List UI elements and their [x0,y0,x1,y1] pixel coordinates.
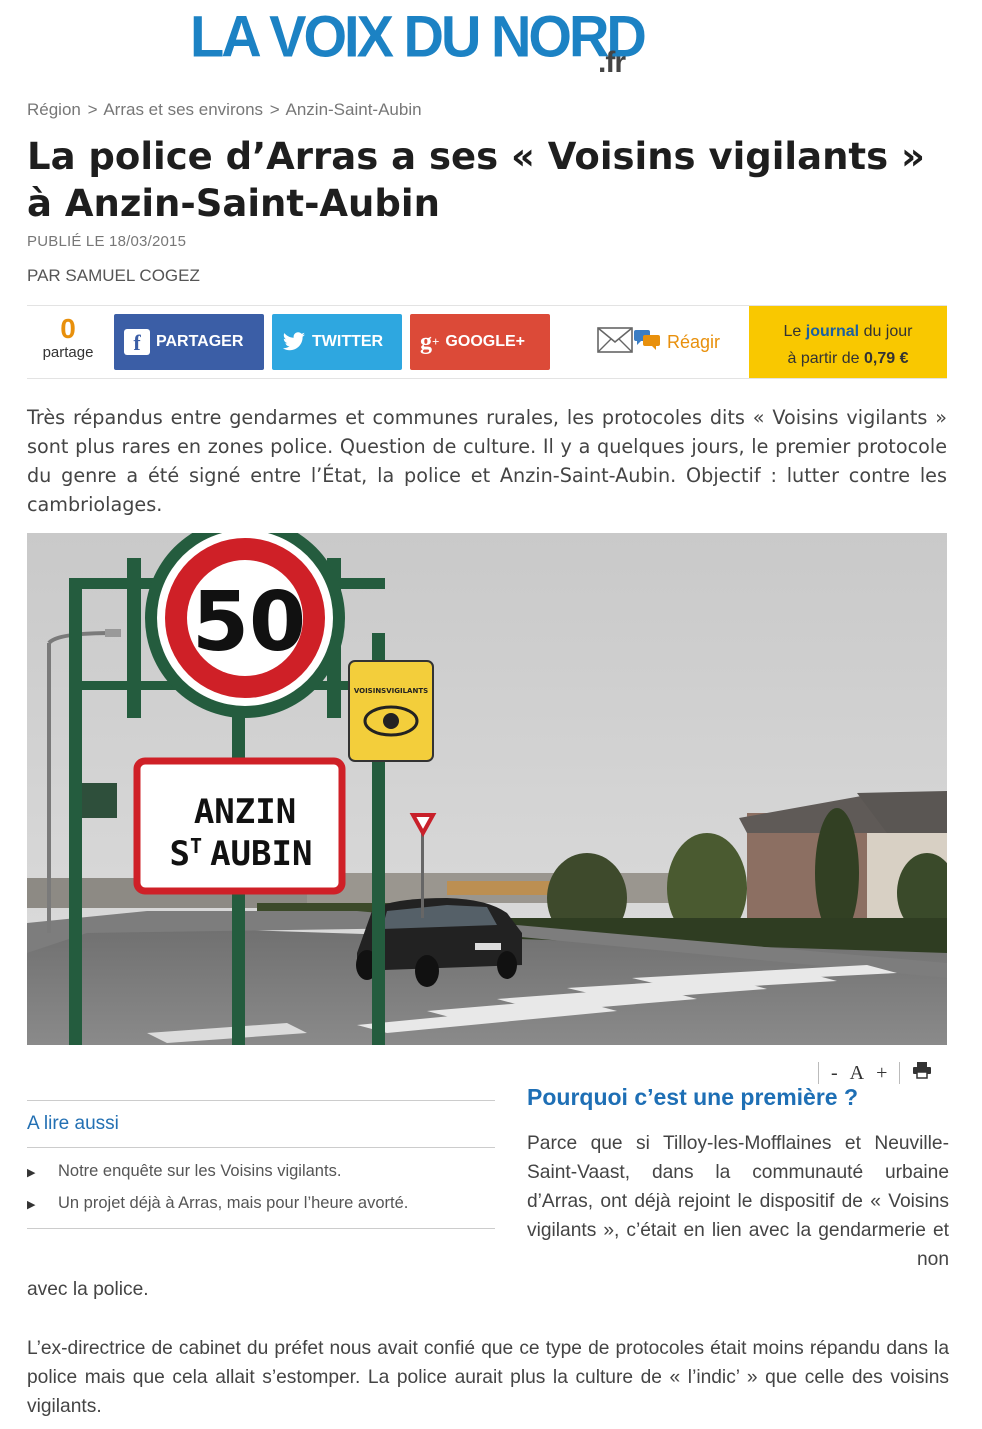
speed-limit-number: 50 [192,575,306,670]
town-sign-line1: ANZIN [194,792,296,832]
facebook-share-button[interactable]: f PARTAGER [114,314,264,370]
tools-divider [818,1062,819,1084]
related-item[interactable]: ▶ Un projet déjà à Arras, mais pour l’heu… [27,1190,495,1222]
journal-text-du-jour: du jour [863,323,913,340]
tools-divider [899,1062,901,1084]
bullet-arrow-icon: ▶ [27,1167,36,1179]
related-item-label[interactable]: Un projet déjà à Arras, mais pour l’heur… [58,1194,408,1213]
related-item-label[interactable]: Notre enquête sur les Voisins vigilants. [58,1162,341,1181]
site-logo-suffix[interactable]: .fr [598,46,626,80]
journal-text-journal: journal [805,323,860,340]
print-icon[interactable] [912,1061,932,1085]
publish-date: PUBLIÉ LE 18/03/2015 [27,233,187,250]
masthead: LA VOIX DU NORD .fr [0,0,982,90]
breadcrumb-separator: > [87,100,98,119]
envelope-icon [597,326,633,359]
font-size-icon: A [849,1061,865,1084]
article-photo: 50 VOISINSVIGILANTS ANZIN ST AUBIN [27,533,947,1045]
article-paragraph-1-continued: avec la police. [27,1279,149,1300]
decrease-font-button[interactable]: - [831,1062,838,1085]
facebook-icon: f [124,329,150,355]
react-link[interactable]: Réagir [597,324,720,360]
share-bar: 0 partage f PARTAGER TWITTER g + GOOGLE+ … [27,305,947,379]
article-tools: - A + [812,1061,938,1085]
breadcrumb-separator: > [269,100,280,119]
related-articles: A lire aussi ▶ Notre enquête sur les Vois… [27,1100,495,1229]
journal-price: 0,79 € [864,350,909,367]
related-item[interactable]: ▶ Notre enquête sur les Voisins vigilants… [27,1158,495,1190]
facebook-share-label: PARTAGER [156,333,244,350]
journal-text-le: Le [783,323,802,340]
twitter-share-label: TWITTER [312,333,384,350]
breadcrumb: Région > Arras et ses environs > Anzin-S… [27,100,422,120]
breadcrumb-item-arras[interactable]: Arras et ses environs [103,100,263,119]
section-heading: Pourquoi c’est une première ? [527,1084,859,1110]
comment-bubbles-icon [633,328,661,357]
share-count-label: partage [42,344,94,361]
google-plus-icon: g + [420,328,440,355]
twitter-bird-icon [282,332,306,352]
related-title: A lire aussi [27,1101,495,1148]
increase-font-button[interactable]: + [876,1062,887,1085]
share-counter: 0 partage [27,313,109,362]
journal-promo-button[interactable]: Le journal du jour à partir de 0,79 € [749,306,947,378]
breadcrumb-item-anzin[interactable]: Anzin-Saint-Aubin [286,100,422,119]
site-logo[interactable]: LA VOIX DU NORD [190,2,647,70]
article-title: La police d’Arras a ses « Voisins vigila… [27,135,925,225]
article-paragraph-2: L’ex-directrice de cabinet du préfet nou… [27,1338,949,1417]
article-paragraph-1: Parce que si Tilloy-les-Mofflaines et Ne… [527,1133,949,1270]
share-count-value: 0 [60,313,76,344]
article-lead: Très répandus entre gendarmes et commune… [27,406,947,516]
google-plus-share-label: GOOGLE+ [445,333,525,350]
google-plus-share-button[interactable]: g + GOOGLE+ [410,314,550,370]
journal-promo-line1: Le journal du jour [749,318,947,345]
author-byline: PAR SAMUEL COGEZ [27,266,200,285]
related-list: ▶ Notre enquête sur les Voisins vigilants… [27,1148,495,1229]
journal-text-from: à partir de [787,350,860,367]
bullet-arrow-icon: ▶ [27,1199,36,1211]
breadcrumb-item-region[interactable]: Région [27,100,81,119]
twitter-share-button[interactable]: TWITTER [272,314,402,370]
vigilant-panel-label: VOISINSVIGILANTS [354,687,428,695]
journal-promo-line2: à partir de 0,79 € [749,345,947,372]
react-label: Réagir [667,331,721,352]
